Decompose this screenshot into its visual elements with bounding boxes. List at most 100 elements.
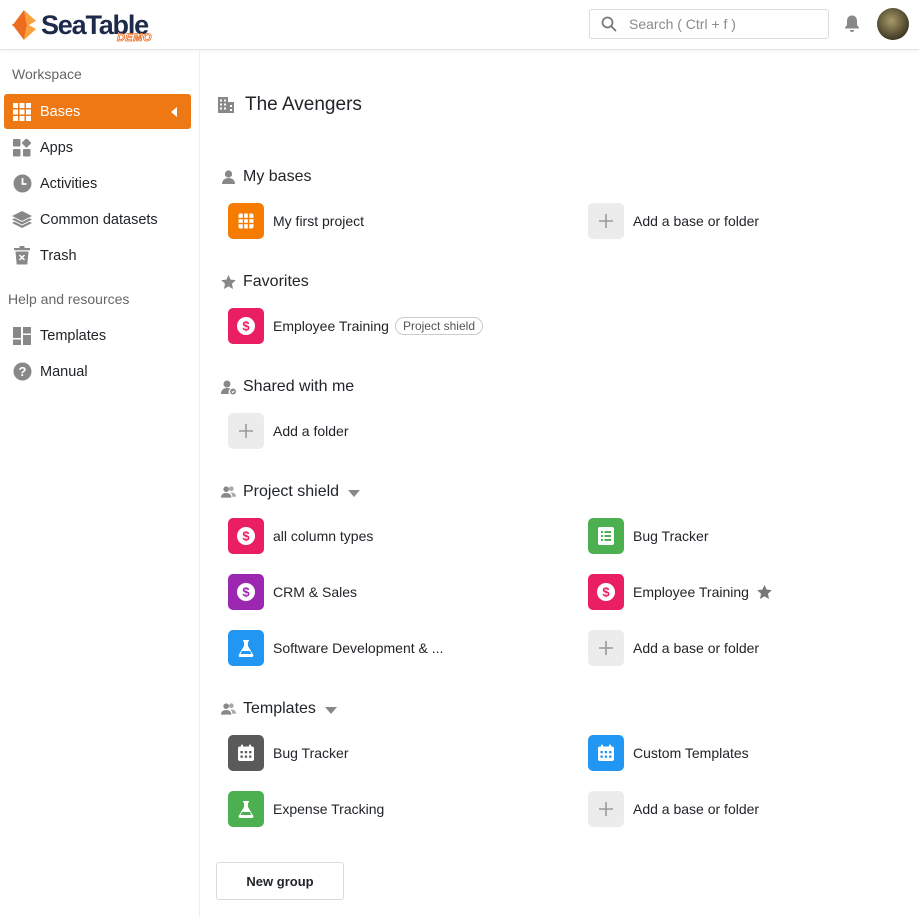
add-base-or-folder-button[interactable]: Add a base or folder [588, 630, 759, 666]
user-icon [221, 170, 236, 185]
base-name: Custom Templates [633, 745, 749, 761]
sidebar-item-manual[interactable]: ? Manual [4, 354, 191, 389]
base-all-column-types[interactable]: $ all column types [228, 518, 373, 554]
group-icon [221, 702, 236, 717]
dollar-icon: $ [228, 308, 264, 344]
search-box[interactable] [589, 9, 829, 39]
sidebar-item-activities[interactable]: Activities [4, 166, 191, 201]
base-name: Employee Training [633, 584, 749, 600]
workspace-header: Workspace [12, 66, 82, 82]
dollar-icon: $ [228, 574, 264, 610]
svg-text:?: ? [18, 364, 26, 379]
section-shared-with-me: Shared with me [221, 378, 354, 396]
base-name: Expense Tracking [273, 801, 385, 817]
section-title: Templates [243, 700, 316, 717]
add-label: Add a folder [273, 423, 349, 439]
sidebar-item-templates[interactable]: Templates [4, 318, 191, 353]
calendar-icon [228, 735, 264, 771]
search-input[interactable] [629, 16, 809, 32]
grid-icon [12, 102, 32, 122]
add-base-or-folder-button[interactable]: Add a base or folder [588, 791, 759, 827]
help-header: Help and resources [8, 291, 130, 307]
section-title: Shared with me [243, 378, 355, 395]
sidebar-item-label: Bases [40, 103, 81, 120]
templates-icon [12, 326, 32, 346]
sidebar-item-label: Templates [40, 327, 107, 344]
section-templates[interactable]: Templates [221, 700, 337, 718]
demo-badge: DEMO [116, 31, 152, 44]
base-name: My first project [273, 213, 365, 229]
dropdown-caret-icon[interactable] [348, 489, 361, 497]
plus-icon [228, 413, 264, 449]
apps-icon [12, 138, 32, 158]
section-project-shield[interactable]: Project shield [221, 483, 361, 501]
flask-icon [228, 630, 264, 666]
seatable-logo-icon [12, 10, 36, 40]
svg-text:$: $ [242, 319, 250, 334]
flask-icon [228, 791, 264, 827]
sidebar-item-label: Trash [40, 247, 77, 264]
sidebar-item-bases[interactable]: Bases [4, 94, 191, 129]
sidebar-item-label: Activities [40, 175, 98, 192]
trash-icon [12, 246, 32, 266]
add-base-or-folder-button[interactable]: Add a base or folder [588, 203, 759, 239]
base-my-first-project[interactable]: My first project [228, 203, 364, 239]
bell-icon[interactable] [843, 14, 861, 34]
main-content: The Avengers My bases My first project A… [200, 51, 919, 917]
seatable-logo[interactable]: SeaTable DEMO [12, 8, 152, 44]
plus-icon [588, 203, 624, 239]
sidebar-item-common-datasets[interactable]: Common datasets [4, 202, 191, 237]
base-employee-training-favorite[interactable]: $ Employee Training Project shield [228, 308, 483, 344]
dollar-icon: $ [588, 574, 624, 610]
collapse-caret-icon[interactable] [171, 107, 177, 117]
group-icon [221, 485, 236, 500]
group-badge: Project shield [394, 317, 483, 335]
favorite-star-icon[interactable] [757, 585, 772, 599]
base-name: Bug Tracker [273, 745, 349, 761]
base-name: Software Development & ... [273, 640, 444, 656]
dollar-icon: $ [228, 518, 264, 554]
add-folder-button[interactable]: Add a folder [228, 413, 349, 449]
sidebar-item-label: Apps [40, 139, 74, 156]
add-label: Add a base or folder [633, 640, 760, 656]
section-title: My bases [243, 168, 312, 185]
list-icon [588, 518, 624, 554]
base-employee-training[interactable]: $ Employee Training [588, 574, 772, 610]
template-custom-templates[interactable]: Custom Templates [588, 735, 749, 771]
template-expense-tracking[interactable]: Expense Tracking [228, 791, 384, 827]
question-icon: ? [12, 362, 32, 382]
section-favorites: Favorites [221, 273, 309, 291]
calendar-icon [588, 735, 624, 771]
clock-icon [12, 174, 32, 194]
top-bar: SeaTable DEMO [0, 0, 919, 50]
shared-user-icon [221, 380, 236, 395]
svg-text:$: $ [242, 585, 250, 600]
section-my-bases: My bases [221, 168, 311, 186]
search-icon [601, 16, 617, 32]
base-software-development[interactable]: Software Development & ... [228, 630, 443, 666]
layers-icon [12, 210, 32, 230]
sidebar-item-apps[interactable]: Apps [4, 130, 191, 165]
plus-icon [588, 791, 624, 827]
template-bug-tracker[interactable]: Bug Tracker [228, 735, 348, 771]
dropdown-caret-icon[interactable] [324, 706, 337, 714]
section-title: Favorites [243, 273, 309, 290]
new-group-button[interactable]: New group [216, 862, 344, 900]
base-bug-tracker[interactable]: Bug Tracker [588, 518, 708, 554]
base-name: Employee Training [273, 318, 389, 334]
workspace-title-text: The Avengers [245, 94, 362, 115]
star-icon [221, 275, 236, 290]
plus-icon [588, 630, 624, 666]
table-icon [228, 203, 264, 239]
sidebar-item-label: Manual [40, 363, 88, 380]
logo-text: SeaTable DEMO [41, 9, 152, 44]
base-name: Bug Tracker [633, 528, 709, 544]
base-name: CRM & Sales [273, 584, 358, 600]
building-icon [218, 97, 234, 113]
user-avatar[interactable] [877, 8, 909, 40]
workspace-title: The Avengers [217, 94, 362, 116]
sidebar-item-label: Common datasets [40, 211, 158, 228]
sidebar-item-trash[interactable]: Trash [4, 238, 191, 273]
base-crm-sales[interactable]: $ CRM & Sales [228, 574, 357, 610]
section-title: Project shield [243, 483, 340, 500]
